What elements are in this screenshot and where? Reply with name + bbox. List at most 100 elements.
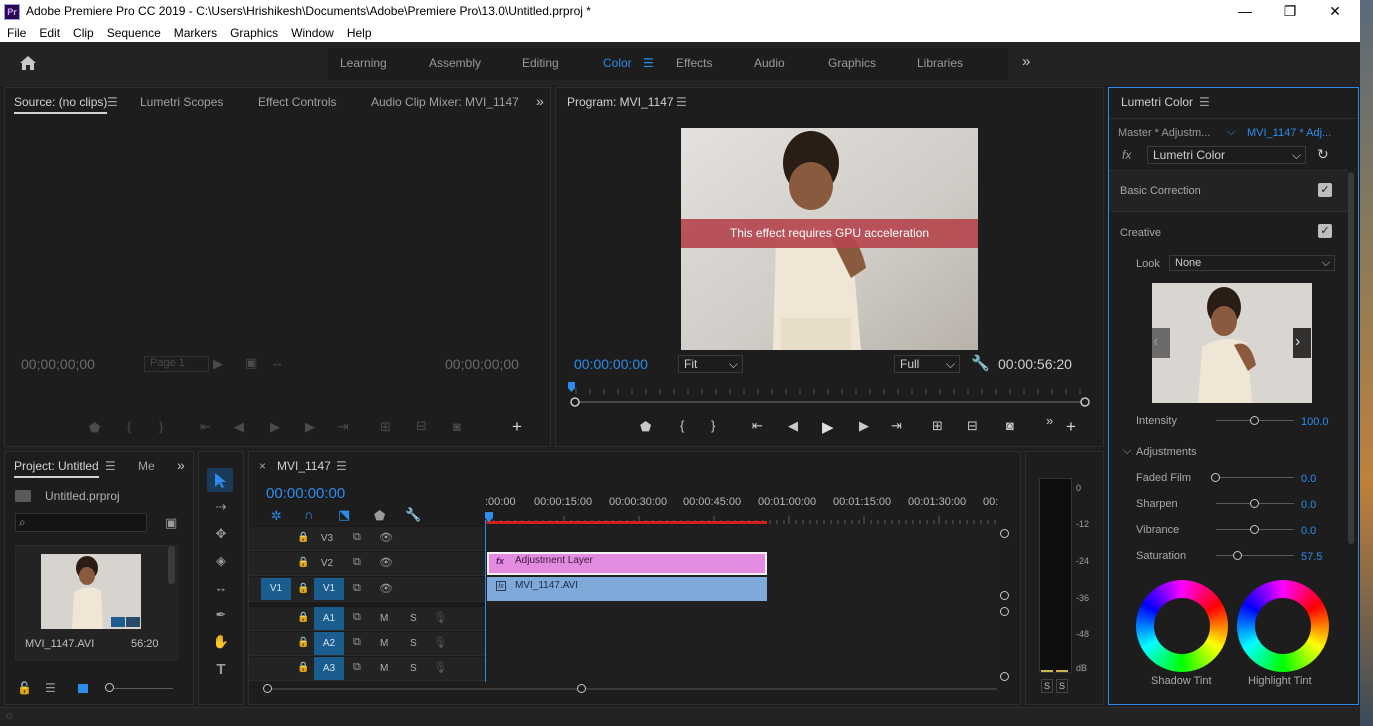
sync-lock-v1-icon[interactable]: ⧉ xyxy=(353,582,361,595)
lock-track-a3-icon[interactable]: 🔒 xyxy=(297,662,309,673)
program-go-to-out-icon[interactable]: ⇥ xyxy=(891,418,902,434)
track-select-tool-icon[interactable]: ⇢ xyxy=(211,499,231,515)
project-scrollbar[interactable] xyxy=(168,546,175,584)
timeline-time-ruler[interactable] xyxy=(485,511,999,525)
tab-lumetri-scopes[interactable]: Lumetri Scopes xyxy=(140,95,223,109)
timeline-settings-wrench-icon[interactable]: 🔧 xyxy=(405,507,421,523)
menu-graphics[interactable]: Graphics xyxy=(223,24,284,41)
program-go-to-in-icon[interactable]: ⇤ xyxy=(752,418,763,434)
solo-a1-button[interactable]: S xyxy=(410,613,417,624)
video-scroll-top-knob[interactable] xyxy=(1000,529,1009,538)
solo-a3-button[interactable]: S xyxy=(410,663,417,674)
vibrance-value[interactable]: 0.0 xyxy=(1301,525,1316,537)
creative-checkbox[interactable]: ✓ xyxy=(1318,224,1332,238)
timeline-horizontal-scrollbar[interactable] xyxy=(267,688,997,690)
workspace-learning[interactable]: Learning xyxy=(340,56,387,70)
lumetri-master-tab[interactable]: Master * Adjustm... xyxy=(1118,127,1210,139)
lock-track-a1-icon[interactable]: 🔒 xyxy=(297,612,309,623)
solo-a2-button[interactable]: S xyxy=(410,638,417,649)
source-play-icon[interactable]: ▶ xyxy=(270,419,280,435)
tab-source[interactable]: Source: (no clips) xyxy=(14,95,108,114)
track-label-v3[interactable]: V3 xyxy=(315,533,339,544)
source-go-to-in-icon[interactable]: ⇤ xyxy=(200,419,211,435)
sync-lock-a1-icon[interactable]: ⧉ xyxy=(353,611,361,624)
program-add-button-icon[interactable]: + xyxy=(1066,417,1076,437)
lock-track-v2-icon[interactable]: 🔒 xyxy=(297,557,309,568)
workspace-graphics[interactable]: Graphics xyxy=(828,56,876,70)
source-timecode-current[interactable]: 00;00;00;00 xyxy=(21,356,95,372)
razor-tool-icon[interactable]: ◈ xyxy=(211,553,231,569)
eye-v1-icon[interactable]: 👁 xyxy=(379,582,393,595)
sync-lock-a2-icon[interactable]: ⧉ xyxy=(353,636,361,649)
source-play-small-icon[interactable]: ▶ xyxy=(213,356,223,372)
saturation-value[interactable]: 57.5 xyxy=(1301,551,1322,563)
source-menu-icon[interactable]: ☰ xyxy=(107,95,118,109)
intensity-value[interactable]: 100.0 xyxy=(1301,416,1329,428)
look-select[interactable]: None ⌵ xyxy=(1169,255,1335,271)
sharpen-knob[interactable] xyxy=(1250,499,1259,508)
source-go-to-out-icon[interactable]: ⇥ xyxy=(338,419,349,435)
menu-help[interactable]: Help xyxy=(340,24,378,41)
selection-tool-icon[interactable] xyxy=(213,472,227,488)
maximize-button[interactable]: ❐ xyxy=(1267,0,1313,24)
close-button[interactable]: ✕ xyxy=(1312,0,1358,24)
lock-track-a2-icon[interactable]: 🔒 xyxy=(297,637,309,648)
source-overwrite-icon[interactable]: ⊟ xyxy=(416,418,427,434)
source-mark-out-icon[interactable]: } xyxy=(159,419,163,434)
lock-icon[interactable]: 🔓 xyxy=(17,681,32,695)
more-workspaces-icon[interactable]: » xyxy=(1022,53,1030,70)
menu-clip[interactable]: Clip xyxy=(66,24,100,41)
track-label-a3[interactable]: A3 xyxy=(314,657,344,680)
new-bin-icon[interactable]: ▣ xyxy=(165,515,177,531)
workspace-effects[interactable]: Effects xyxy=(676,56,712,70)
sequence-menu-icon[interactable]: ☰ xyxy=(336,459,347,473)
project-search-input[interactable] xyxy=(15,513,147,532)
track-label-v2[interactable]: V2 xyxy=(315,558,339,569)
eye-v2-icon[interactable]: 👁 xyxy=(379,556,393,569)
lock-track-v1-icon[interactable]: 🔒 xyxy=(297,583,309,594)
microphone-a3-icon[interactable]: 🎙 xyxy=(433,661,447,674)
program-quality-select[interactable]: Full ⌵ xyxy=(894,355,960,373)
workspace-editing[interactable]: Editing xyxy=(522,56,559,70)
source-more-icon[interactable]: » xyxy=(536,93,544,109)
menu-markers[interactable]: Markers xyxy=(167,24,223,41)
mute-a3-button[interactable]: M xyxy=(380,663,388,674)
lumetri-menu-icon[interactable]: ☰ xyxy=(1199,95,1210,109)
program-play-icon[interactable]: ▶ xyxy=(822,418,834,436)
chevron-down-icon[interactable]: ⌵ xyxy=(1123,445,1131,458)
hand-tool-icon[interactable]: ✋ xyxy=(211,634,231,650)
faded-film-slider[interactable] xyxy=(1216,477,1294,478)
source-step-back-icon[interactable]: ◀ xyxy=(234,419,244,435)
program-export-frame-icon[interactable]: ◙ xyxy=(1006,418,1014,433)
basic-correction-checkbox[interactable]: ✓ xyxy=(1318,183,1332,197)
audio-scroll-bottom-knob[interactable] xyxy=(1000,672,1009,681)
zoom-slider-knob[interactable] xyxy=(105,683,114,692)
program-lift-icon[interactable]: ⊞ xyxy=(932,418,943,434)
source-patch-v1[interactable]: V1 xyxy=(261,578,291,600)
program-menu-icon[interactable]: ☰ xyxy=(676,95,687,109)
source-export-frame-icon[interactable]: ◙ xyxy=(453,419,461,434)
source-step-forward-icon[interactable]: ▶ xyxy=(305,419,315,435)
program-add-marker-icon[interactable]: ⬟ xyxy=(640,419,651,435)
timeline-tracks-area[interactable] xyxy=(485,526,998,681)
tab-media-browser[interactable]: Me xyxy=(138,459,155,473)
linked-selection-icon[interactable]: ⬔ xyxy=(338,507,350,523)
source-mark-in-icon[interactable]: { xyxy=(127,419,131,434)
source-timecode-duration[interactable]: 00;00;00;00 xyxy=(445,356,519,372)
program-mark-out-icon[interactable]: } xyxy=(711,418,715,433)
timeline-scroll-right-knob[interactable] xyxy=(577,684,586,693)
sync-lock-v3-icon[interactable]: ⧉ xyxy=(353,531,361,544)
icon-view-icon[interactable] xyxy=(78,684,88,693)
sync-lock-v2-icon[interactable]: ⧉ xyxy=(353,556,361,569)
faded-film-knob[interactable] xyxy=(1211,473,1220,482)
meter-solo-left-button[interactable]: S xyxy=(1041,679,1053,693)
track-label-a2[interactable]: A2 xyxy=(314,632,344,655)
wrench-icon[interactable]: 🔧 xyxy=(971,354,990,372)
menu-file[interactable]: File xyxy=(0,24,32,41)
program-more-icon[interactable]: » xyxy=(1046,413,1053,428)
workspace-audio[interactable]: Audio xyxy=(754,56,785,70)
list-view-icon[interactable]: ☰ xyxy=(45,681,56,695)
track-label-v1[interactable]: V1 xyxy=(314,578,344,600)
program-timecode-current[interactable]: 00:00:00:00 xyxy=(574,356,648,372)
timeline-scroll-left-knob[interactable] xyxy=(263,684,272,693)
